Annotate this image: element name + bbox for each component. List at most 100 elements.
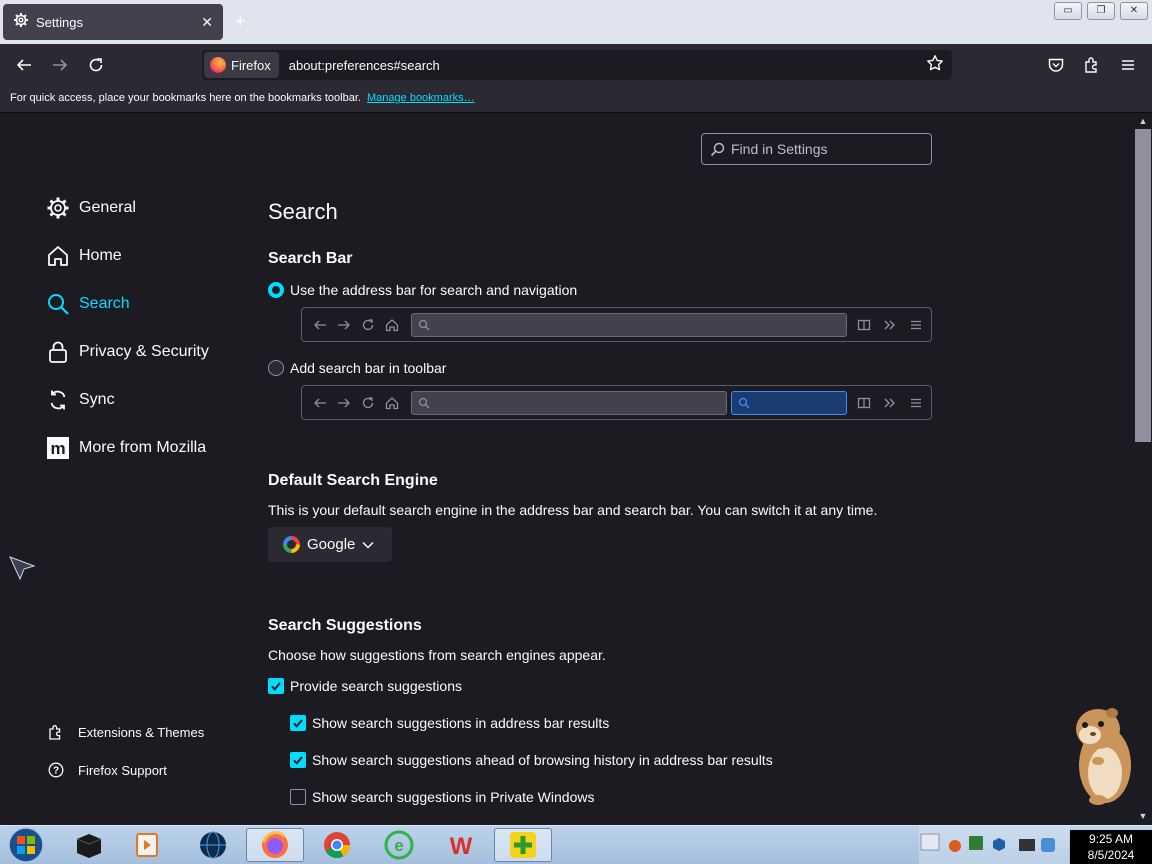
find-in-settings-input[interactable]: Find in Settings	[701, 133, 932, 165]
app-menu-button[interactable]	[1117, 54, 1139, 76]
green-plus-icon	[510, 832, 536, 858]
google-logo-icon	[283, 536, 300, 553]
radio-label: Add search bar in toolbar	[290, 360, 447, 376]
private-windows-row[interactable]: Show search suggestions in Private Windo…	[290, 789, 594, 805]
ahead-of-history-row[interactable]: Show search suggestions ahead of browsin…	[290, 752, 773, 768]
category-label: More from Mozilla	[79, 439, 207, 456]
taskbar-app-chrome[interactable]	[308, 828, 366, 862]
sidebar-icon	[857, 397, 871, 409]
wps-office-icon: W	[450, 833, 473, 860]
search-icon	[418, 397, 430, 409]
address-bar-preview	[301, 307, 932, 342]
category-sync[interactable]: Sync	[45, 387, 115, 413]
category-search[interactable]: Search	[45, 291, 130, 317]
private-windows-checkbox[interactable]	[290, 789, 306, 805]
category-general[interactable]: General	[45, 195, 136, 221]
extensions-themes-link[interactable]: Extensions & Themes	[47, 723, 204, 741]
url-bar[interactable]: Firefox about:preferences#search	[202, 50, 952, 80]
sidebar-icon	[857, 319, 871, 331]
sync-icon	[45, 387, 71, 413]
radio-address-bar-row[interactable]: Use the address bar for search and navig…	[268, 282, 577, 298]
mozilla-icon: m	[45, 435, 71, 461]
radio-toolbar-row[interactable]: Add search bar in toolbar	[268, 360, 446, 376]
scroll-down-icon[interactable]: ▼	[1137, 811, 1149, 821]
forward-arrow-icon	[338, 398, 350, 408]
chevron-down-icon	[362, 541, 374, 549]
svg-text:?: ?	[53, 766, 59, 777]
home-icon	[45, 243, 71, 269]
minimize-button[interactable]: ▭	[1054, 2, 1082, 20]
manage-bookmarks-link[interactable]: Manage bookmarks…	[367, 92, 475, 104]
restore-button[interactable]: ❐	[1087, 2, 1115, 20]
checkmark-icon	[293, 756, 303, 765]
category-privacy-security[interactable]: Privacy & Security	[45, 339, 209, 365]
preview-nav-icons	[312, 396, 400, 410]
identity-box[interactable]: Firefox	[204, 52, 279, 78]
taskbar-app-browser-e[interactable]: e	[370, 828, 428, 862]
radio-label: Use the address bar for search and navig…	[290, 282, 578, 298]
bookmarks-toolbar: For quick access, place your bookmarks h…	[0, 85, 1152, 113]
pocket-button[interactable]	[1045, 54, 1067, 76]
forward-button[interactable]	[49, 54, 71, 76]
taskbar-app-box[interactable]	[60, 828, 118, 862]
firefox-support-link[interactable]: ? Firefox Support	[47, 761, 167, 779]
tab-settings[interactable]: Settings ✕	[3, 4, 223, 40]
svg-text:e: e	[394, 836, 403, 855]
forward-arrow-icon	[53, 59, 68, 71]
tab-title: Settings	[36, 14, 83, 30]
preview-right-icons	[857, 318, 923, 332]
tab-strip: Settings ✕ + ▭ ❐ ✕	[0, 0, 1152, 44]
system-clock[interactable]: 9:25 AM 8/5/2024	[1070, 830, 1152, 864]
category-more-from-mozilla[interactable]: m More from Mozilla	[45, 435, 206, 461]
taskbar-app-globe[interactable]	[184, 828, 242, 862]
system-tray	[919, 826, 1069, 864]
svg-text:W: W	[450, 833, 473, 860]
provide-suggestions-checkbox[interactable]	[268, 678, 284, 694]
reload-button[interactable]	[85, 54, 107, 76]
ahead-of-history-checkbox[interactable]	[290, 752, 306, 768]
scrollbar-thumb[interactable]	[1135, 129, 1151, 442]
radio-address-bar[interactable]	[268, 282, 284, 298]
back-arrow-icon	[314, 320, 326, 330]
radio-toolbar[interactable]	[268, 360, 284, 376]
taskbar-app-media[interactable]	[118, 828, 176, 862]
extensions-button[interactable]	[1081, 54, 1103, 76]
taskbar-app-wps[interactable]: W	[432, 828, 490, 862]
home-icon	[385, 397, 399, 410]
url-text[interactable]: about:preferences#search	[289, 58, 926, 73]
find-placeholder: Find in Settings	[731, 141, 828, 157]
address-bar-suggestions-row[interactable]: Show search suggestions in address bar r…	[290, 715, 609, 731]
close-window-button[interactable]: ✕	[1120, 2, 1148, 20]
checkmark-icon	[271, 682, 281, 691]
back-button[interactable]	[13, 54, 35, 76]
search-bar-heading: Search Bar	[268, 250, 353, 267]
tray-icons	[920, 833, 1055, 852]
close-tab-icon[interactable]: ✕	[201, 14, 213, 31]
category-home[interactable]: Home	[45, 243, 122, 269]
default-engine-description: This is your default search engine in th…	[268, 502, 878, 518]
category-label: Privacy & Security	[79, 343, 209, 360]
selected-engine: Google	[307, 536, 356, 553]
default-engine-heading: Default Search Engine	[268, 472, 438, 489]
puzzle-icon	[1085, 57, 1097, 73]
firefox-logo-icon	[210, 57, 226, 73]
gear-icon	[13, 12, 29, 33]
default-engine-dropdown[interactable]: Google	[268, 527, 392, 562]
address-bar-suggestions-checkbox[interactable]	[290, 715, 306, 731]
taskbar-app-plus[interactable]	[494, 828, 552, 862]
reload-icon	[89, 58, 103, 72]
overflow-chevron-icon	[884, 320, 895, 330]
clock-time: 9:25 AM	[1088, 832, 1134, 846]
start-button[interactable]	[0, 827, 52, 863]
scroll-up-icon[interactable]: ▲	[1137, 116, 1149, 126]
pocket-icon	[1048, 58, 1064, 72]
toolbar-search-preview	[301, 385, 932, 420]
bookmark-star-icon[interactable]	[926, 54, 944, 77]
provide-suggestions-row[interactable]: Provide search suggestions	[268, 678, 462, 694]
preview-search-field	[731, 391, 847, 415]
taskbar-app-firefox[interactable]	[246, 828, 304, 862]
hamburger-menu-icon	[1122, 60, 1134, 70]
new-tab-button[interactable]: +	[235, 11, 246, 31]
footer-link-label: Firefox Support	[78, 762, 167, 778]
forward-arrow-icon	[338, 320, 350, 330]
